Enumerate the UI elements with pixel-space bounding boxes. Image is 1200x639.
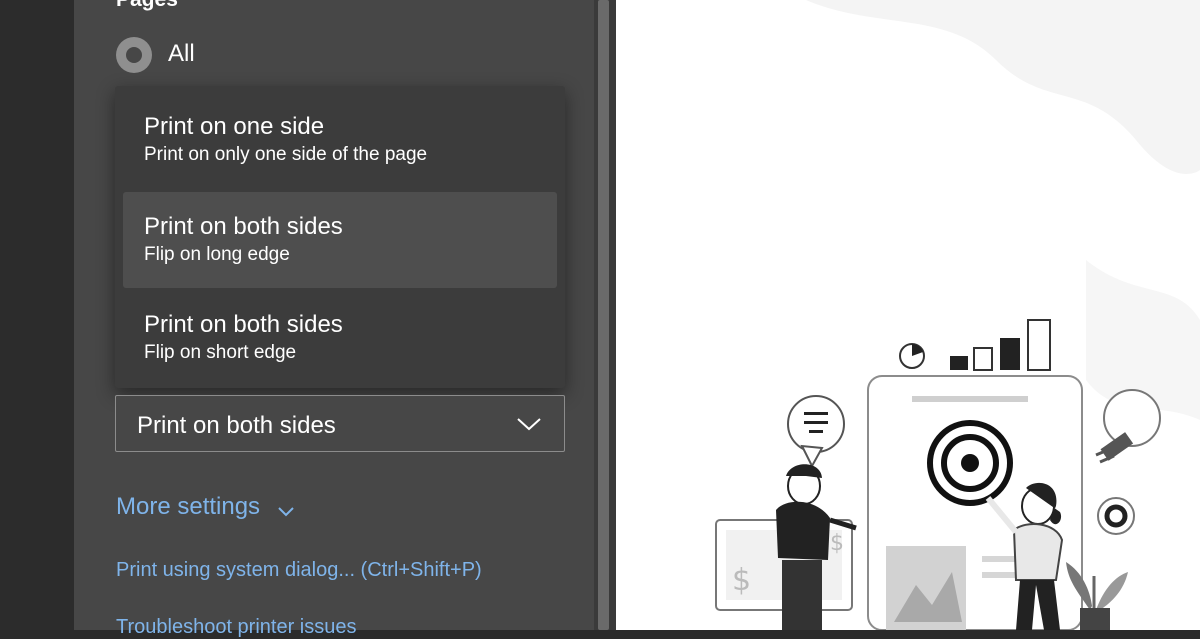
- pie-icon: [1097, 497, 1135, 535]
- left-sidebar: [0, 0, 74, 630]
- option-subtitle: Flip on long edge: [144, 244, 290, 265]
- more-settings-link[interactable]: More settings: [116, 493, 260, 521]
- option-title: Print on both sides: [144, 311, 343, 338]
- pages-all-label[interactable]: All: [168, 40, 195, 68]
- print-preview: $ $: [616, 0, 1200, 630]
- chevron-down-icon: [278, 507, 294, 517]
- chat-bubble-icon: [787, 395, 845, 469]
- radio-dot: [126, 47, 142, 63]
- target-icon: [927, 420, 1013, 506]
- option-subtitle: Flip on short edge: [144, 342, 297, 363]
- scrollbar-thumb[interactable]: [598, 0, 609, 630]
- duplex-option-long-edge[interactable]: Print on both sides Flip on long edge: [123, 192, 557, 288]
- system-dialog-link[interactable]: Print using system dialog... (Ctrl+Shift…: [116, 559, 482, 582]
- duplex-dropdown-menu: Print on one side Print on only one side…: [115, 86, 565, 388]
- bar-chart-icon: [899, 319, 1051, 371]
- preview-illustration: $ $: [715, 0, 1200, 630]
- svg-text:$: $: [732, 563, 751, 598]
- option-subtitle: Print on only one side of the page: [144, 144, 428, 165]
- duplex-option-short-edge[interactable]: Print on both sides Flip on short edge: [123, 290, 557, 386]
- duplex-option-one-side[interactable]: Print on one side Print on only one side…: [123, 86, 557, 182]
- pages-section-title: Pages: [116, 0, 178, 12]
- troubleshoot-link[interactable]: Troubleshoot printer issues: [116, 616, 357, 639]
- option-title: Print on one side: [144, 113, 325, 140]
- duplex-select-value: Print on both sides: [137, 412, 336, 439]
- duplex-select[interactable]: Print on both sides: [115, 395, 565, 452]
- pages-all-radio[interactable]: [116, 37, 152, 73]
- chevron-down-icon: [517, 418, 541, 431]
- lightbulb-icon: [1095, 389, 1161, 464]
- option-title: Print on both sides: [144, 213, 343, 240]
- svg-text:$: $: [830, 531, 844, 556]
